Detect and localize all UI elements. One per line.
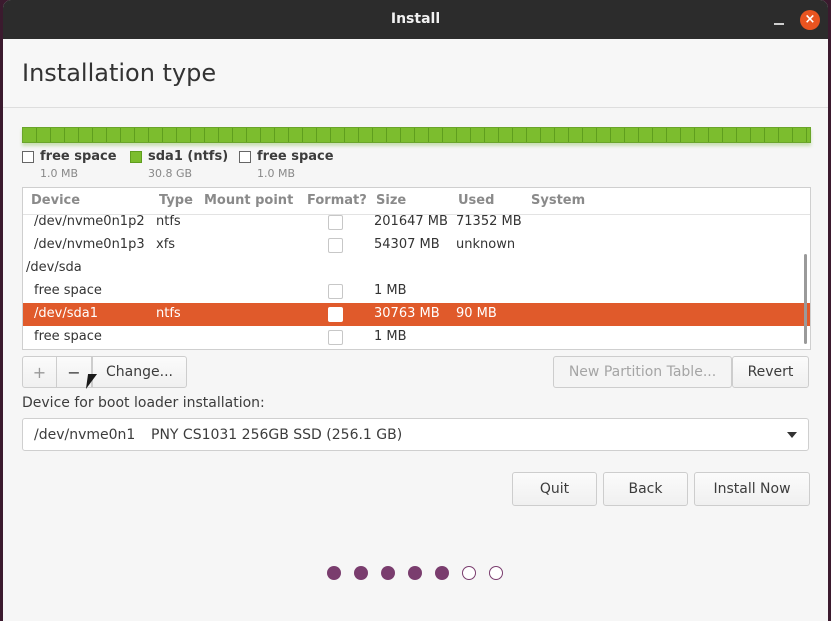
install-now-button[interactable]: Install Now: [694, 472, 810, 506]
window-title: Install: [390, 11, 441, 27]
page-header: Installation type: [3, 39, 828, 108]
boot-device: /dev/nvme0n1: [34, 427, 136, 443]
installer-window: Install × Installation type free space 1…: [3, 0, 828, 621]
progress-dot-pending: [489, 566, 503, 580]
close-icon[interactable]: ×: [800, 10, 820, 30]
progress-dot-pending: [462, 566, 476, 580]
row-used: 90 MB: [456, 306, 497, 321]
change-partition-button[interactable]: Change...: [92, 356, 187, 388]
table-row[interactable]: /dev/sda: [23, 257, 810, 280]
table-row[interactable]: /dev/nvme0n1p3 xfs 54307 MB unknown: [23, 234, 810, 257]
legend-swatch: [130, 151, 142, 163]
row-device: /dev/nvme0n1p3: [34, 237, 145, 252]
format-checkbox[interactable]: [328, 238, 343, 253]
legend-size: 1.0 MB: [40, 167, 79, 180]
row-device: /dev/sda1: [34, 306, 98, 321]
column-header-used[interactable]: Used: [458, 193, 494, 208]
minimize-icon[interactable]: [771, 12, 787, 28]
disk-usage-bar: [22, 127, 811, 143]
table-row[interactable]: /dev/nvme0n1p2 ntfs 201647 MB 71352 MB: [23, 211, 810, 234]
add-partition-button[interactable]: +: [22, 356, 57, 388]
boot-loader-select[interactable]: /dev/nvme0n1 PNY CS1031 256GB SSD (256.1…: [22, 418, 809, 451]
page-title: Installation type: [22, 59, 217, 87]
legend-name: free space: [257, 149, 334, 164]
boot-loader-label: Device for boot loader installation:: [22, 395, 265, 411]
legend-swatch: [22, 151, 34, 163]
legend-size: 30.8 GB: [148, 167, 193, 180]
quit-button[interactable]: Quit: [512, 472, 597, 506]
legend-name: sda1 (ntfs): [148, 149, 229, 164]
row-used: 71352 MB: [456, 214, 522, 229]
row-device: /dev/nvme0n1p2: [34, 214, 145, 229]
row-size: 54307 MB: [374, 237, 440, 252]
progress-dot-complete: [327, 566, 341, 580]
row-size: 1 MB: [374, 283, 407, 298]
legend-swatch: [239, 151, 251, 163]
row-device: free space: [34, 283, 102, 298]
format-checkbox[interactable]: [328, 307, 343, 322]
row-size: 201647 MB: [374, 214, 448, 229]
row-size: 1 MB: [374, 329, 407, 344]
progress-dot-complete: [354, 566, 368, 580]
table-row-selected[interactable]: /dev/sda1 ntfs 30763 MB 90 MB: [23, 303, 810, 326]
format-checkbox[interactable]: [328, 330, 343, 345]
row-device: /dev/sda: [26, 260, 82, 275]
legend-name: free space: [40, 149, 117, 164]
format-checkbox[interactable]: [328, 284, 343, 299]
table-row[interactable]: free space 1 MB: [23, 280, 810, 303]
column-header-mount-point[interactable]: Mount point: [204, 193, 293, 208]
row-type: ntfs: [156, 306, 181, 321]
legend-size: 1.0 MB: [257, 167, 296, 180]
table-row[interactable]: free space 1 MB: [23, 326, 810, 349]
column-header-format[interactable]: Format?: [307, 193, 367, 208]
row-device: free space: [34, 329, 102, 344]
back-button[interactable]: Back: [603, 472, 688, 506]
new-partition-table-button[interactable]: New Partition Table...: [553, 356, 732, 388]
column-header-device[interactable]: Device: [31, 193, 80, 208]
progress-dot-complete: [381, 566, 395, 580]
row-type: xfs: [156, 237, 176, 252]
column-header-system[interactable]: System: [531, 193, 585, 208]
progress-dot-complete: [408, 566, 422, 580]
chevron-down-icon: [787, 432, 797, 438]
format-checkbox[interactable]: [328, 215, 343, 230]
column-header-size[interactable]: Size: [376, 193, 406, 208]
title-bar: Install ×: [3, 0, 828, 39]
row-used: unknown: [456, 237, 516, 252]
column-header-type[interactable]: Type: [159, 193, 193, 208]
partition-table[interactable]: Device Type Mount point Format? Size Use…: [22, 187, 811, 350]
row-size: 30763 MB: [374, 306, 440, 321]
row-type: ntfs: [156, 214, 181, 229]
revert-button[interactable]: Revert: [732, 356, 809, 388]
boot-device-model: PNY CS1031 256GB SSD (256.1 GB): [151, 427, 403, 443]
table-scrollbar[interactable]: [804, 254, 807, 344]
progress-dot-complete: [435, 566, 449, 580]
